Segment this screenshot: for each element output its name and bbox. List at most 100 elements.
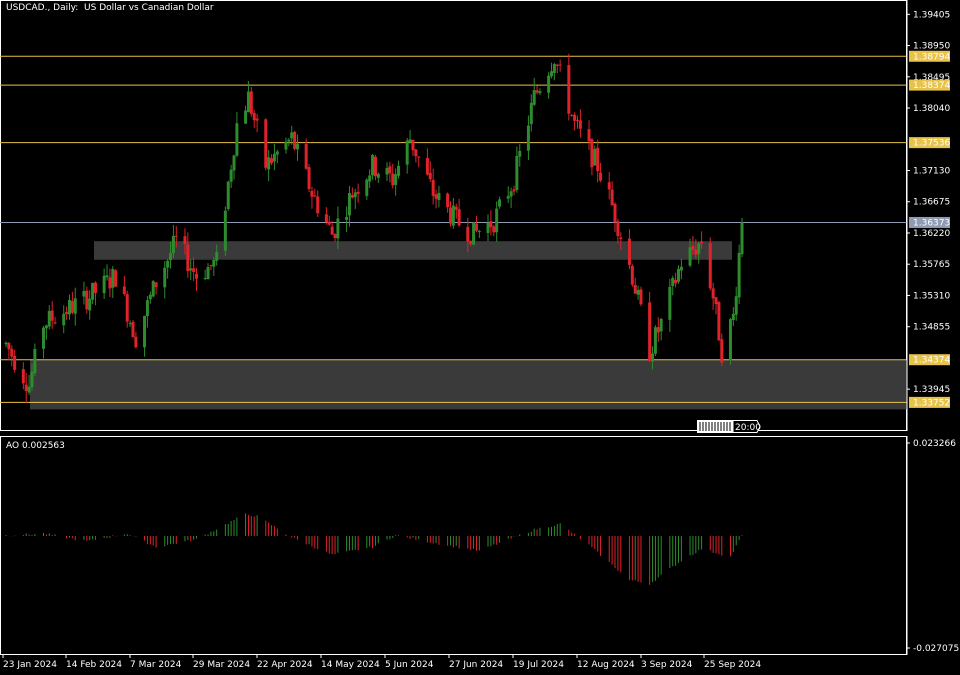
candle-body xyxy=(385,167,389,175)
candle-body xyxy=(474,223,478,231)
candle-body xyxy=(125,294,129,322)
candle-body xyxy=(388,166,392,174)
candle-body xyxy=(451,205,455,226)
candle-body xyxy=(648,302,652,362)
candle-body xyxy=(590,139,594,168)
horizontal-levels[interactable] xyxy=(0,55,907,403)
candle-body xyxy=(33,348,37,374)
candle-body xyxy=(252,112,256,121)
candle-body xyxy=(659,318,663,332)
candle-body xyxy=(477,231,481,233)
candle-body xyxy=(417,156,421,158)
candle-body xyxy=(371,155,375,176)
candle-body xyxy=(633,285,637,294)
candle-body xyxy=(174,235,178,237)
candle-body xyxy=(347,193,351,216)
date-tick-label: 25 Sep 2024 xyxy=(704,660,761,670)
candle-body xyxy=(515,156,519,191)
candle-body xyxy=(616,221,620,236)
candle-body xyxy=(353,192,357,198)
candle-body xyxy=(639,289,643,305)
candle-body xyxy=(691,245,695,250)
candle-body xyxy=(558,64,562,66)
candle-body xyxy=(529,102,533,125)
candle-body xyxy=(446,193,450,208)
price-label-text: 1.38794 xyxy=(913,52,950,62)
candle-body xyxy=(93,282,97,293)
date-tick-label: 14 May 2024 xyxy=(321,660,380,670)
candle-body xyxy=(85,290,89,310)
candle-body xyxy=(143,315,147,348)
candle-body xyxy=(114,270,118,287)
candle-body xyxy=(27,386,31,393)
ao-indicator-label: AO 0.002563 xyxy=(6,441,65,451)
candle-body xyxy=(728,319,732,361)
candle-body xyxy=(708,243,712,289)
candle-body xyxy=(492,226,496,233)
candle-body xyxy=(21,369,25,384)
candle-body xyxy=(550,71,554,77)
candle-body xyxy=(264,119,268,168)
ao-tick-label: -0.027075 xyxy=(913,644,959,654)
candle-body xyxy=(287,139,291,142)
candle-body xyxy=(434,194,438,199)
candle-body xyxy=(466,226,470,242)
candle-body xyxy=(183,236,187,245)
candle-body xyxy=(24,384,28,392)
candle-body xyxy=(495,208,499,233)
candle-body xyxy=(671,277,675,287)
candle-body xyxy=(108,277,112,289)
candle-body xyxy=(310,190,314,197)
candle-body xyxy=(122,286,126,295)
candle-body xyxy=(10,348,14,357)
candle-body xyxy=(267,157,271,170)
candle-body xyxy=(316,196,320,214)
candle-body xyxy=(596,147,600,172)
candle-body xyxy=(209,265,213,267)
candle-body xyxy=(555,64,559,66)
date-axis: 23 Jan 2024 14 Feb 2024 7 Mar 2024 29 Mar 2… xyxy=(2,655,761,670)
price-tick-label: 1.38040 xyxy=(913,104,950,114)
candle-body xyxy=(111,268,115,288)
candle-body xyxy=(740,222,744,255)
candle-body xyxy=(509,191,513,197)
support-resistance-zones xyxy=(30,241,907,410)
candle-body xyxy=(688,247,692,266)
candle-body xyxy=(552,63,556,74)
price-tick-label: 1.34855 xyxy=(913,323,950,333)
candle-body xyxy=(472,222,476,245)
candle-body xyxy=(697,243,701,254)
ao-histogram xyxy=(5,513,743,585)
candle-body xyxy=(235,123,239,156)
candle-body xyxy=(613,203,617,222)
candle-body xyxy=(677,268,681,282)
candle-body xyxy=(405,140,409,165)
candle-body xyxy=(30,371,34,388)
candle-body xyxy=(53,322,57,324)
candle-body xyxy=(593,148,597,166)
candle-body xyxy=(13,355,17,370)
candle-body xyxy=(88,298,92,311)
candle-body xyxy=(575,119,579,121)
trading-chart[interactable]: 1.394051.389501.384951.380401.371301.366… xyxy=(0,0,960,675)
candle-body xyxy=(587,129,591,142)
candle-body xyxy=(189,268,193,271)
candle-body xyxy=(408,139,412,143)
price-tick-label: 1.39405 xyxy=(913,10,950,20)
candle-body xyxy=(711,288,715,299)
candle-body xyxy=(599,172,603,181)
candle-body xyxy=(336,218,340,239)
price-tick-label: 1.35310 xyxy=(913,291,950,301)
candle-body xyxy=(4,342,8,345)
candle-body xyxy=(206,267,210,280)
date-tick-label: 3 Sep 2024 xyxy=(641,660,693,670)
candle-body xyxy=(630,265,634,285)
candle-body xyxy=(734,296,738,315)
price-tick-label: 1.37130 xyxy=(913,167,950,177)
candle-body xyxy=(304,143,308,169)
bar-countdown-timer: 20:00 xyxy=(697,420,761,433)
candle-body xyxy=(737,252,741,298)
price-label-text: 1.36373 xyxy=(913,218,950,228)
price-tick-label: 1.38950 xyxy=(913,42,950,52)
candle-body xyxy=(163,267,167,288)
